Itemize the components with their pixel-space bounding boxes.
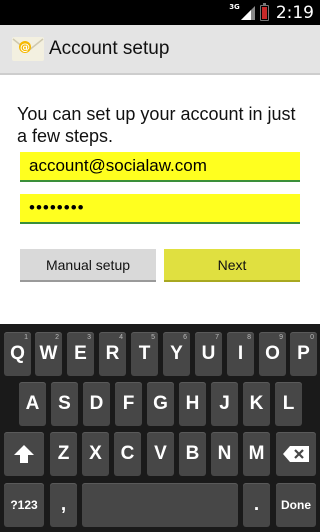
key-hint: 5: [151, 334, 155, 341]
status-bar: 3G 2:19: [0, 0, 320, 25]
key-label: Y: [170, 343, 183, 364]
key-b[interactable]: B: [179, 432, 206, 476]
key-label: E: [74, 343, 87, 364]
key-label: W: [39, 343, 58, 364]
key-r[interactable]: R4: [99, 332, 126, 376]
key-hint: 2: [55, 334, 59, 341]
key-k[interactable]: K: [243, 382, 270, 426]
key-j[interactable]: J: [211, 382, 238, 426]
key-c[interactable]: C: [114, 432, 141, 476]
backspace-icon: [283, 446, 309, 462]
space-key[interactable]: [82, 483, 238, 527]
key-l[interactable]: L: [275, 382, 302, 426]
key-hint: 7: [215, 334, 219, 341]
action-bar: @ Account setup: [0, 25, 320, 75]
page-title: Account setup: [49, 38, 170, 59]
password-field-value: ••••••••: [29, 198, 85, 217]
key-m[interactable]: M: [243, 432, 270, 476]
key-y[interactable]: Y6: [163, 332, 190, 376]
signal-icon: [240, 5, 255, 20]
key-label: R: [105, 343, 120, 364]
key-u[interactable]: U7: [195, 332, 222, 376]
key-a[interactable]: A: [19, 382, 46, 426]
done-key[interactable]: Done: [276, 483, 316, 527]
key-d[interactable]: D: [83, 382, 110, 426]
battery-level-fill: [261, 6, 267, 19]
clock: 2:19: [275, 2, 314, 23]
network-type-label: 3G: [229, 3, 240, 11]
backspace-key[interactable]: [276, 432, 316, 476]
email-field-value: account@socialaw.com: [29, 156, 207, 175]
key-hint: 3: [87, 334, 91, 341]
key-w[interactable]: W2: [35, 332, 62, 376]
keyboard: Q1 W2 E3 R4 T5 Y6 U7 I8 O9 P0 A S D F G …: [0, 324, 320, 532]
key-e[interactable]: E3: [67, 332, 94, 376]
symbols-key[interactable]: ?123: [4, 483, 44, 527]
key-g[interactable]: G: [147, 382, 174, 426]
key-s[interactable]: S: [51, 382, 78, 426]
key-label: T: [138, 343, 151, 364]
key-label: Q: [10, 343, 25, 364]
key-q[interactable]: Q1: [4, 332, 31, 376]
intro-text: You can set up your account in just a fe…: [17, 104, 296, 146]
key-o[interactable]: O9: [259, 332, 286, 376]
email-field[interactable]: account@socialaw.com: [20, 152, 300, 182]
key-label: U: [201, 343, 216, 364]
key-hint: 4: [119, 334, 123, 341]
email-envelope-icon[interactable]: @: [12, 37, 44, 61]
key-z[interactable]: Z: [50, 432, 77, 476]
key-i[interactable]: I8: [227, 332, 254, 376]
key-t[interactable]: T5: [131, 332, 158, 376]
battery-icon: [259, 2, 269, 21]
manual-setup-button[interactable]: Manual setup: [20, 249, 156, 282]
next-button[interactable]: Next: [164, 249, 300, 282]
screen: 3G 2:19 @ Account setup You can set up y…: [0, 0, 320, 532]
key-hint: 8: [247, 334, 251, 341]
shift-key[interactable]: [4, 432, 44, 476]
password-field[interactable]: ••••••••: [20, 194, 300, 224]
key-x[interactable]: X: [82, 432, 109, 476]
key-v[interactable]: V: [147, 432, 174, 476]
key-label: I: [237, 343, 244, 364]
key-h[interactable]: H: [179, 382, 206, 426]
key-hint: 9: [279, 334, 283, 341]
key-label: O: [265, 343, 280, 364]
period-key[interactable]: .: [243, 483, 270, 527]
status-bar-right: 3G 2:19: [229, 0, 320, 25]
shift-arrow-icon: [14, 445, 34, 463]
key-p[interactable]: P0: [290, 332, 317, 376]
key-hint: 0: [310, 334, 314, 341]
svg-text:@: @: [20, 43, 30, 54]
key-hint: 1: [24, 334, 28, 341]
key-f[interactable]: F: [115, 382, 142, 426]
key-hint: 6: [183, 334, 187, 341]
key-n[interactable]: N: [211, 432, 238, 476]
comma-key[interactable]: ,: [50, 483, 77, 527]
key-label: P: [297, 343, 310, 364]
